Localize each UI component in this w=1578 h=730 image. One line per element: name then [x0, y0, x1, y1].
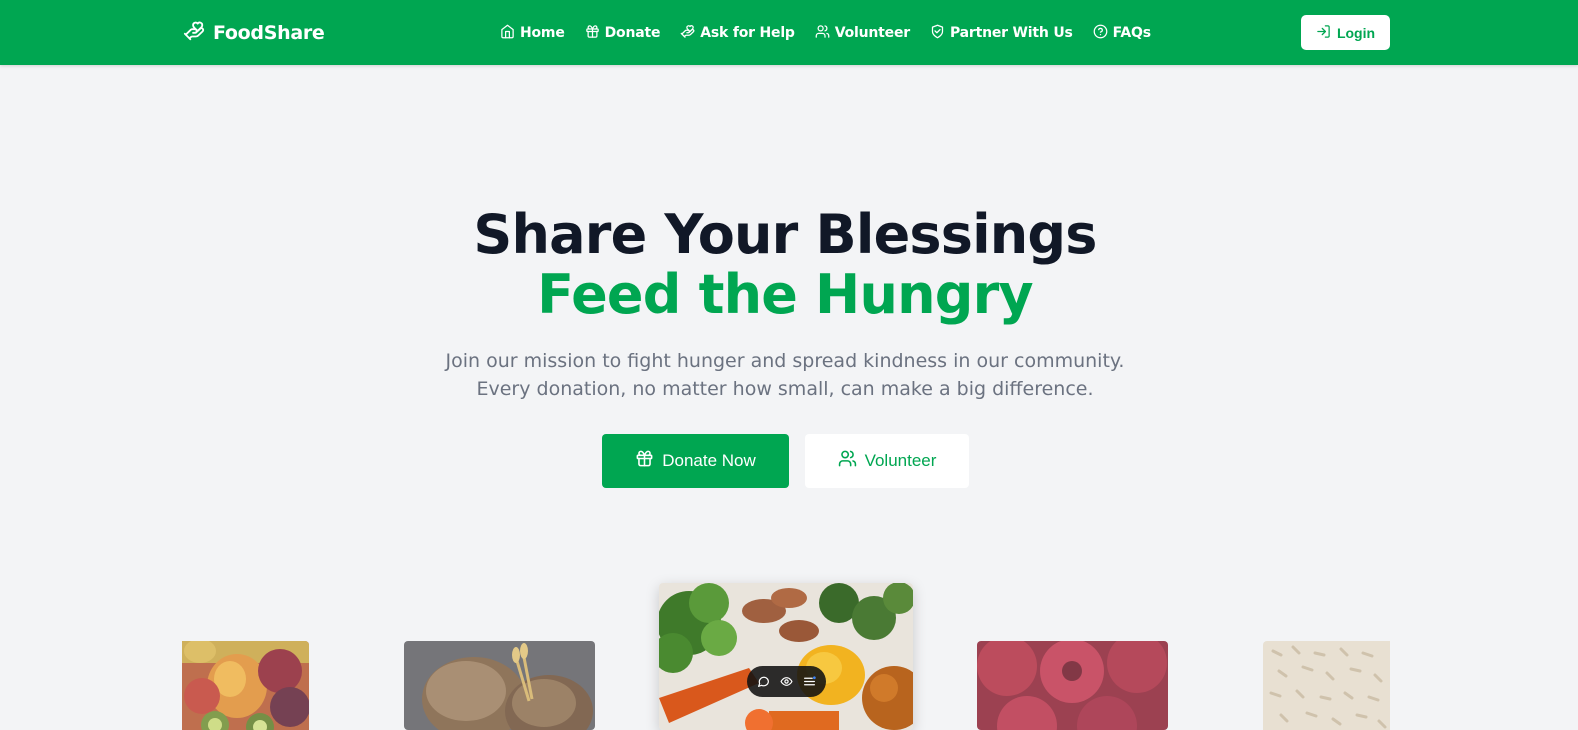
brand-logo[interactable]: FoodShare [183, 20, 325, 46]
nav-item-label: Volunteer [834, 25, 910, 41]
hero-title-line2: Feed the Hungry [537, 263, 1033, 326]
nav-item-donate[interactable]: Donate [585, 24, 661, 43]
home-icon [500, 24, 515, 43]
nav-item-ask-for-help[interactable]: Ask for Help [680, 24, 795, 43]
nav-item-home[interactable]: Home [500, 24, 565, 43]
login-label: Login [1336, 24, 1376, 41]
fruits-photo[interactable] [182, 641, 309, 730]
top-navbar: FoodShare Home Donate Ask for Help Volun… [0, 0, 1578, 65]
nav-item-label: Donate [604, 25, 661, 41]
bread-photo[interactable] [404, 641, 595, 730]
rice-photo[interactable] [1263, 641, 1390, 730]
raspberries-photo[interactable] [977, 641, 1168, 730]
nav-item-partner-with-us[interactable]: Partner With Us [930, 24, 1073, 43]
hand-heart-icon [680, 24, 695, 43]
handshake-icon [930, 24, 945, 43]
eye-icon[interactable] [780, 675, 793, 688]
hero-title: Share Your Blessings Feed the Hungry [0, 205, 1570, 325]
gift-icon [635, 449, 654, 473]
login-button[interactable]: Login [1301, 15, 1390, 50]
menu-icon[interactable] [803, 675, 816, 688]
vegetables-photo[interactable] [659, 583, 913, 730]
nav-item-volunteer[interactable]: Volunteer [815, 24, 910, 43]
gift-icon [585, 24, 600, 43]
volunteer-button[interactable]: Volunteer [805, 434, 969, 488]
donate-now-button[interactable]: Donate Now [602, 434, 789, 488]
users-icon [838, 449, 857, 473]
nav-item-label: Home [520, 25, 565, 41]
main-nav: Home Donate Ask for Help Volunteer Partn… [500, 22, 1151, 44]
help-circle-icon [1093, 24, 1108, 43]
hero-subtitle-line1: Join our mission to fight hunger and spr… [445, 350, 1125, 372]
nav-item-label: FAQs [1112, 25, 1151, 41]
brand-name: FoodShare [213, 22, 325, 44]
log-in-icon [1316, 24, 1331, 42]
nav-item-label: Partner With Us [949, 25, 1073, 41]
hero-subtitle-line2: Every donation, no matter how small, can… [476, 378, 1094, 400]
image-toolbar [747, 666, 826, 697]
hero-title-line1: Share Your Blessings [473, 203, 1097, 266]
volunteer-label: Volunteer [864, 451, 937, 470]
nav-item-label: Ask for Help [700, 25, 795, 41]
users-icon [815, 24, 830, 43]
donate-now-label: Donate Now [662, 451, 756, 470]
comment-icon[interactable] [757, 675, 770, 688]
nav-item-faqs[interactable]: FAQs [1093, 24, 1151, 43]
hero-subtitle: Join our mission to fight hunger and spr… [0, 347, 1570, 403]
hand-heart-icon [183, 20, 205, 47]
